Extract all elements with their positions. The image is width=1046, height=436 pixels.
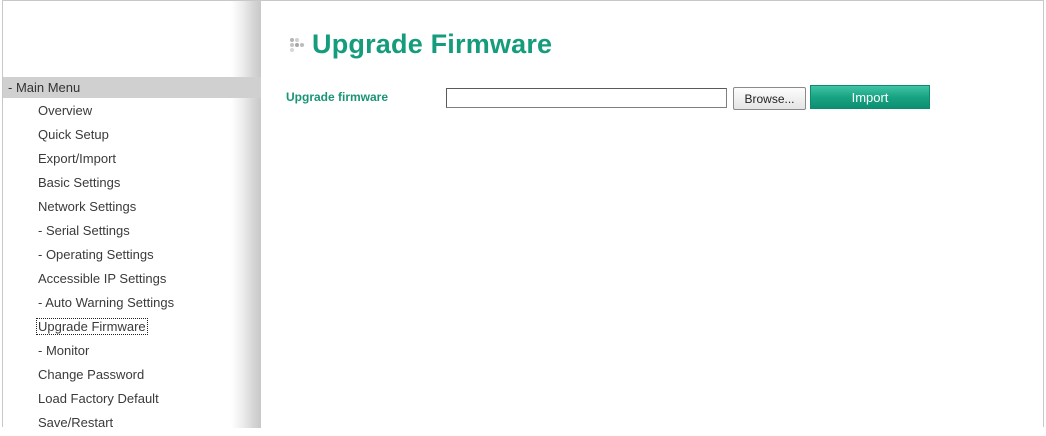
sidebar-item-basic-settings[interactable]: Basic Settings — [37, 172, 175, 196]
sidebar-item-label: Load Factory Default — [38, 391, 159, 406]
import-button[interactable]: Import — [810, 85, 930, 109]
sidebar-item-label: Upgrade Firmware — [36, 318, 148, 335]
page-title-block: Upgrade Firmware — [288, 26, 552, 62]
firmware-file-input[interactable] — [446, 88, 727, 108]
sidebar: - Main Menu Overview Quick Setup Export/… — [3, 1, 261, 430]
upgrade-firmware-form: Upgrade firmware Browse... Import — [286, 85, 986, 110]
sidebar-item-label: Save/Restart — [38, 415, 114, 430]
sidebar-item-overview[interactable]: Overview — [37, 100, 175, 124]
browse-button[interactable]: Browse... — [733, 87, 806, 110]
sidebar-item-export-import[interactable]: Export/Import — [37, 148, 175, 172]
sidebar-item-label: Change Password — [38, 367, 145, 382]
dots-bullet-icon — [290, 38, 304, 52]
page-title: Upgrade Firmware — [312, 28, 553, 59]
sidebar-item-label: - Auto Warning Settings — [38, 295, 175, 310]
sidebar-item-serial-settings[interactable]: - Serial Settings — [37, 220, 175, 244]
upgrade-firmware-label: Upgrade firmware — [286, 90, 389, 104]
sidebar-item-label: - Monitor — [38, 343, 90, 358]
sidebar-item-label: Basic Settings — [38, 175, 121, 190]
sidebar-item-operating-settings[interactable]: - Operating Settings — [37, 244, 175, 268]
sidebar-item-label: - Operating Settings — [38, 247, 154, 262]
sidebar-item-label: Overview — [38, 103, 93, 118]
sidebar-item-label: - Serial Settings — [38, 223, 130, 238]
sidebar-item-label: Export/Import — [38, 151, 117, 166]
page: - Main Menu Overview Quick Setup Export/… — [2, 0, 1044, 430]
sidebar-item-label: Network Settings — [38, 199, 137, 214]
sidebar-item-network-settings[interactable]: Network Settings — [37, 196, 175, 220]
sidebar-item-accessible-ip-settings[interactable]: Accessible IP Settings — [37, 268, 175, 292]
sidebar-item-change-password[interactable]: Change Password — [37, 364, 175, 388]
sidebar-item-label: Accessible IP Settings — [38, 271, 167, 286]
sidebar-item-label: Quick Setup — [38, 127, 109, 142]
sidebar-item-save-restart[interactable]: Save/Restart — [37, 412, 175, 436]
sidebar-item-upgrade-firmware[interactable]: Upgrade Firmware — [36, 316, 175, 340]
sidebar-item-auto-warning-settings[interactable]: - Auto Warning Settings — [37, 292, 175, 316]
sidebar-item-load-factory-default[interactable]: Load Factory Default — [37, 388, 175, 412]
main-menu-header[interactable]: - Main Menu — [3, 77, 261, 98]
sidebar-item-monitor[interactable]: - Monitor — [37, 340, 175, 364]
main-menu-list: Overview Quick Setup Export/Import Basic… — [36, 100, 175, 436]
sidebar-item-quick-setup[interactable]: Quick Setup — [37, 124, 175, 148]
